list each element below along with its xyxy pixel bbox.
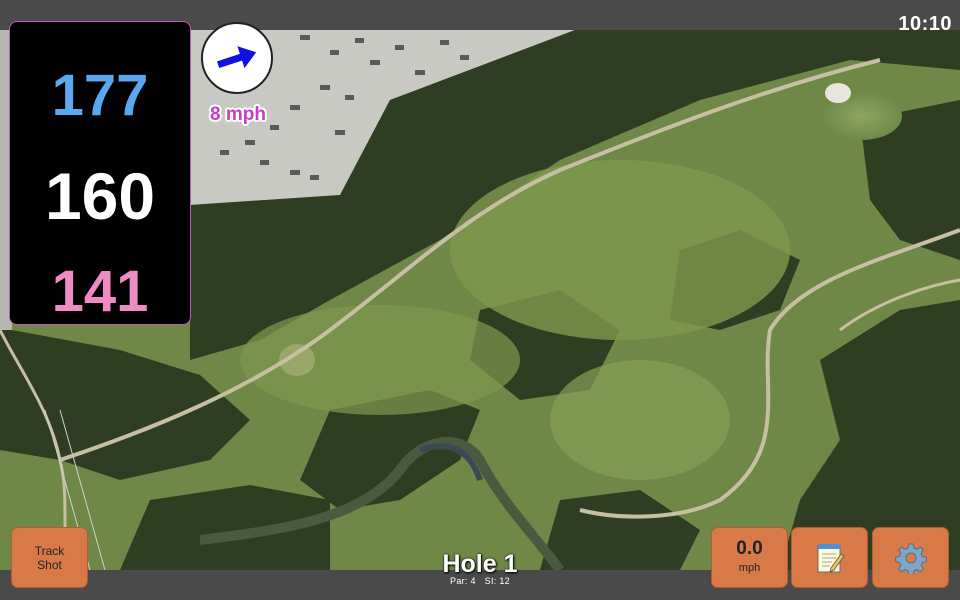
speed-button[interactable]: 0.0 mph — [712, 528, 787, 587]
hole-par: Par: 4 — [450, 576, 476, 586]
bunker — [825, 83, 851, 103]
track-shot-button[interactable]: Track Shot — [12, 528, 87, 587]
middle-distance: 160 — [44, 159, 156, 233]
distance-panel: 177 160 141 — [10, 22, 190, 324]
track-shot-label-line1: Track — [34, 544, 65, 558]
track-shot-label-line2: Shot — [37, 558, 62, 572]
hole-info: Par: 4 SI: 12 — [400, 576, 560, 586]
settings-button[interactable] — [873, 528, 948, 587]
speed-value: 0.0 — [736, 538, 763, 559]
clock: 10:10 — [898, 13, 952, 35]
notepad-icon — [817, 543, 845, 573]
arrow-right-icon — [217, 46, 257, 69]
notes-button[interactable] — [792, 528, 867, 587]
gear-icon — [894, 543, 927, 574]
front-distance: 141 — [51, 259, 149, 324]
hole-stroke-index: SI: 12 — [484, 576, 510, 586]
speed-unit: mph — [738, 562, 761, 574]
hole-title: Hole 1 — [442, 550, 518, 578]
wind-direction-dial — [201, 22, 273, 94]
back-distance: 177 — [51, 63, 149, 128]
wind-speed: 8 mph — [210, 104, 266, 125]
